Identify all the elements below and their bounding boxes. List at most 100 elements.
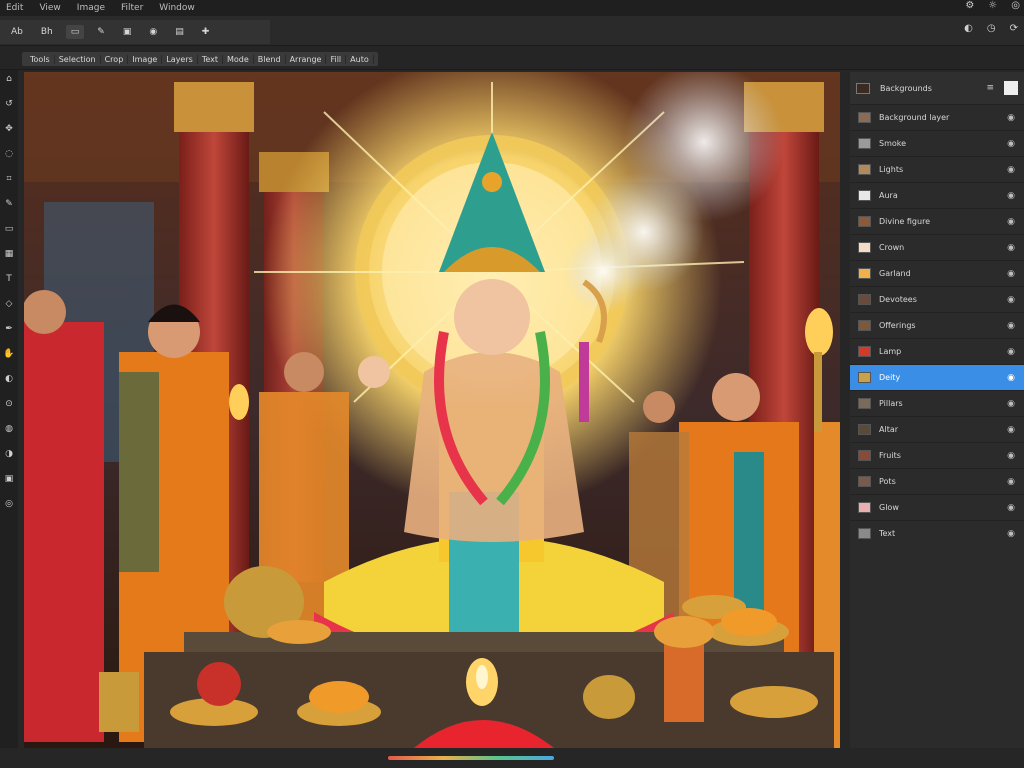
layer-thumbnail	[858, 242, 871, 253]
option-blend[interactable]: Blend	[254, 54, 286, 64]
layer-row[interactable]: Pots ◉	[850, 468, 1024, 494]
layer-row[interactable]: Offerings ◉	[850, 312, 1024, 338]
frame-tool-button[interactable]: ▭	[65, 25, 85, 39]
visibility-icon[interactable]: ◉	[1006, 295, 1016, 305]
brush-icon[interactable]: ✎	[0, 199, 18, 211]
pen-icon[interactable]: ✒	[0, 324, 18, 336]
layer-row[interactable]: Deity ◉	[850, 364, 1024, 390]
option-fill[interactable]: Fill	[326, 54, 347, 64]
shape-icon[interactable]: ◇	[0, 299, 18, 311]
visibility-icon[interactable]: ◉	[1006, 503, 1016, 513]
zoom-icon[interactable]: ◐	[964, 24, 973, 34]
clock-icon[interactable]: ◷	[987, 24, 996, 34]
layer-row[interactable]: Text ◉	[850, 520, 1024, 546]
progress-fill	[388, 756, 554, 760]
option-layers[interactable]: Layers	[162, 54, 198, 64]
visibility-icon[interactable]: ◉	[1006, 191, 1016, 201]
option-arrange[interactable]: Arrange	[286, 54, 327, 64]
visibility-icon[interactable]: ◉	[1006, 269, 1016, 279]
visibility-icon[interactable]: ◉	[1006, 347, 1016, 357]
eraser-icon[interactable]: ▭	[0, 224, 18, 236]
option-image[interactable]: Image	[128, 54, 163, 64]
visibility-icon[interactable]: ◉	[1006, 217, 1016, 227]
zoom-icon[interactable]: ◐	[0, 374, 18, 386]
layer-thumbnail	[858, 138, 871, 149]
option-crop[interactable]: Crop	[101, 54, 129, 64]
layer-thumbnail	[858, 528, 871, 539]
color-swatch[interactable]	[856, 82, 870, 94]
layer-label: Garland	[879, 269, 911, 278]
layer-row[interactable]: Garland ◉	[850, 260, 1024, 286]
layer-row[interactable]: Altar ◉	[850, 416, 1024, 442]
lasso-icon[interactable]: ◌	[0, 149, 18, 161]
visibility-icon[interactable]: ◉	[1006, 399, 1016, 409]
menu-item-filter[interactable]: Filter	[121, 3, 143, 13]
layer-label: Divine figure	[879, 217, 931, 226]
layer-row[interactable]: Smoke ◉	[850, 130, 1024, 156]
image-canvas[interactable]	[24, 72, 840, 748]
history-icon[interactable]: ↺	[0, 99, 18, 111]
layer-row[interactable]: Glow ◉	[850, 494, 1024, 520]
eye-tool-button[interactable]: ◉	[144, 25, 162, 39]
menu-item-window[interactable]: Window	[159, 3, 195, 13]
option-auto[interactable]: Auto	[346, 54, 374, 64]
layer-thumbnail	[858, 190, 871, 201]
settings-icon[interactable]: ☼	[988, 1, 997, 11]
layer-row[interactable]: Lights ◉	[850, 156, 1024, 182]
visibility-icon[interactable]: ◉	[1006, 321, 1016, 331]
visibility-icon[interactable]: ◉	[1006, 451, 1016, 461]
sync-icon[interactable]: ⟳	[1010, 24, 1018, 34]
layer-thumbnail	[858, 294, 871, 305]
picker-icon[interactable]: ⊙	[0, 399, 18, 411]
panel-color-box[interactable]	[1004, 81, 1018, 95]
layer-row[interactable]: Devotees ◉	[850, 286, 1024, 312]
visibility-icon[interactable]: ◉	[1006, 243, 1016, 253]
visibility-icon[interactable]: ◉	[1006, 165, 1016, 175]
visibility-icon[interactable]: ◉	[1006, 139, 1016, 149]
layer-row[interactable]: Divine figure ◉	[850, 208, 1024, 234]
visibility-icon[interactable]: ◉	[1006, 425, 1016, 435]
gear-icon[interactable]: ⚙	[965, 1, 974, 11]
layer-row[interactable]: Aura ◉	[850, 182, 1024, 208]
panel-header: Backgrounds ≡	[850, 72, 1024, 104]
layer-row[interactable]: Crown ◉	[850, 234, 1024, 260]
brush-tool-button[interactable]: Bh	[36, 25, 58, 39]
dodge-icon[interactable]: ◑	[0, 449, 18, 461]
option-tools[interactable]: Tools	[26, 54, 55, 64]
layers-tool-button[interactable]: ▤	[170, 25, 189, 39]
menu-item-view[interactable]: View	[39, 3, 60, 13]
menu-item-image[interactable]: Image	[77, 3, 105, 13]
option-text[interactable]: Text	[198, 54, 223, 64]
sponge-icon[interactable]: ◎	[0, 499, 18, 511]
layer-label: Aura	[879, 191, 898, 200]
user-icon[interactable]: ◎	[1011, 1, 1020, 11]
layer-row[interactable]: Background layer ◉	[850, 104, 1024, 130]
text-tool-button[interactable]: Ab	[6, 25, 28, 39]
pen-tool-button[interactable]: ✎	[92, 25, 110, 39]
layer-row[interactable]: Pillars ◉	[850, 390, 1024, 416]
select-tool-button[interactable]: ▣	[118, 25, 137, 39]
crop-icon[interactable]: ⌗	[0, 174, 18, 186]
option-selection[interactable]: Selection	[55, 54, 101, 64]
panel-menu-icon[interactable]: ≡	[986, 83, 994, 93]
visibility-icon[interactable]: ◉	[1006, 113, 1016, 123]
layer-row[interactable]: Lamp ◉	[850, 338, 1024, 364]
add-tool-button[interactable]: ✚	[197, 25, 215, 39]
text-icon[interactable]: T	[0, 274, 18, 286]
layer-label: Altar	[879, 425, 899, 434]
visibility-icon[interactable]: ◉	[1006, 529, 1016, 539]
move-icon[interactable]: ✥	[0, 124, 18, 136]
progress-bar	[388, 756, 554, 760]
menu-item-edit[interactable]: Edit	[6, 3, 23, 13]
layer-row[interactable]: Fruits ◉	[850, 442, 1024, 468]
hand-icon[interactable]: ✋	[0, 349, 18, 361]
visibility-icon[interactable]: ◉	[1006, 477, 1016, 487]
option-mode[interactable]: Mode	[223, 54, 254, 64]
blur-icon[interactable]: ◍	[0, 424, 18, 436]
gradient-icon[interactable]: ▦	[0, 249, 18, 261]
home-icon[interactable]: ⌂	[0, 74, 18, 86]
layer-label: Smoke	[879, 139, 907, 148]
stamp-icon[interactable]: ▣	[0, 474, 18, 486]
layer-label: Crown	[879, 243, 905, 252]
visibility-icon[interactable]: ◉	[1006, 373, 1016, 383]
